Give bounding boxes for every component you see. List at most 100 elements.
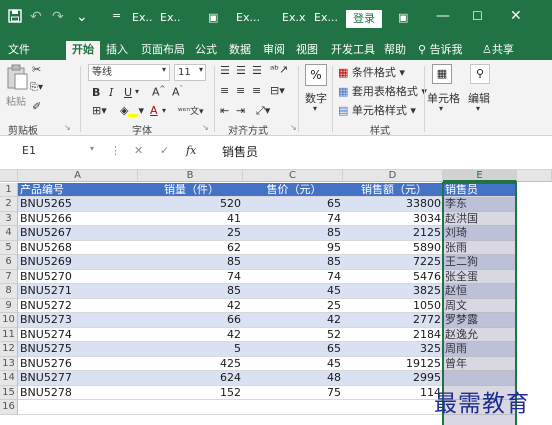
bold-icon[interactable]: B bbox=[92, 86, 100, 99]
row-header[interactable]: 13 bbox=[0, 356, 18, 371]
header-cell-revenue[interactable]: 销售额（元） bbox=[343, 183, 443, 197]
cell-revenue[interactable]: 114 bbox=[343, 386, 443, 400]
cell-quantity[interactable]: 66 bbox=[138, 313, 243, 327]
tab-file[interactable]: 文件 bbox=[8, 41, 30, 60]
align-top-icon[interactable]: ☰ bbox=[220, 64, 230, 77]
conditional-format-button[interactable]: ▦ 条件格式 ▾ bbox=[338, 64, 405, 80]
cell-revenue[interactable]: 7225 bbox=[343, 255, 443, 269]
font-name-combo[interactable]: 等线 bbox=[88, 64, 170, 81]
cell-product-id[interactable]: BNU5277 bbox=[18, 371, 138, 385]
name-box[interactable]: E1 bbox=[22, 144, 36, 157]
decrease-font-icon[interactable]: Aˇ bbox=[172, 85, 183, 99]
tab-insert[interactable]: 插入 bbox=[106, 41, 128, 60]
column-header-b[interactable]: B bbox=[138, 170, 243, 182]
column-header-d[interactable]: D bbox=[343, 170, 443, 182]
redo-icon[interactable]: ↷ bbox=[52, 9, 64, 25]
text-orientation-icon[interactable]: ᵃᵇ↗ bbox=[270, 63, 288, 76]
row-header[interactable]: 16 bbox=[0, 400, 18, 415]
header-cell-product-id[interactable]: 产品编号 bbox=[18, 183, 138, 197]
header-cell-quantity[interactable]: 销量（件） bbox=[138, 183, 243, 197]
cell-price[interactable]: 85 bbox=[243, 226, 343, 240]
cell-price[interactable]: 74 bbox=[243, 212, 343, 226]
chevron-down-icon[interactable]: ▾ bbox=[476, 104, 480, 113]
formula-content[interactable]: 销售员 bbox=[222, 143, 258, 160]
tell-me-search[interactable]: ⚲ 告诉我 bbox=[418, 41, 463, 60]
copy-icon[interactable]: ⎘▾ bbox=[30, 82, 43, 93]
row-header[interactable]: 11 bbox=[0, 327, 18, 342]
align-bottom-icon[interactable]: ☰ bbox=[252, 64, 262, 77]
row-header[interactable]: 8 bbox=[0, 284, 18, 299]
cell-revenue[interactable]: 2995 bbox=[343, 371, 443, 385]
tab-help[interactable]: 帮助 bbox=[384, 41, 406, 60]
cell-revenue[interactable]: 1050 bbox=[343, 299, 443, 313]
row-header[interactable]: 1 bbox=[0, 182, 18, 197]
cell-product-id[interactable]: BNU5272 bbox=[18, 299, 138, 313]
column-header-a[interactable]: A bbox=[18, 170, 138, 182]
login-button[interactable]: 登录 bbox=[346, 10, 382, 28]
maximize-icon[interactable]: ☐ bbox=[472, 9, 483, 23]
cell-quantity[interactable]: 25 bbox=[138, 226, 243, 240]
row-header[interactable]: 5 bbox=[0, 240, 18, 255]
cell-quantity[interactable]: 74 bbox=[138, 270, 243, 284]
cell-product-id[interactable]: BNU5274 bbox=[18, 328, 138, 342]
cells-icon[interactable]: ▦ bbox=[432, 64, 452, 84]
cell-revenue[interactable]: 2125 bbox=[343, 226, 443, 240]
cell-revenue[interactable]: 2772 bbox=[343, 313, 443, 327]
chevron-down-icon[interactable]: ▾ bbox=[199, 65, 203, 74]
cell-product-id[interactable]: BNU5266 bbox=[18, 212, 138, 226]
cell-product-id[interactable]: BNU5269 bbox=[18, 255, 138, 269]
cell-quantity[interactable]: 85 bbox=[138, 255, 243, 269]
column-header-c[interactable]: C bbox=[243, 170, 343, 182]
cell-quantity[interactable]: 41 bbox=[138, 212, 243, 226]
cell-revenue[interactable]: 2184 bbox=[343, 328, 443, 342]
cell-price[interactable]: 45 bbox=[243, 357, 343, 371]
font-launcher-icon[interactable]: ↘ bbox=[202, 123, 209, 132]
phonetic-icon[interactable]: ʷᵉⁿ文▾ bbox=[178, 104, 204, 117]
format-painter-icon[interactable]: ✐ bbox=[32, 100, 41, 113]
tab-developer[interactable]: 开发工具 bbox=[331, 41, 375, 60]
cell-quantity[interactable]: 42 bbox=[138, 328, 243, 342]
cell-revenue[interactable]: 5476 bbox=[343, 270, 443, 284]
cell-quantity[interactable]: 624 bbox=[138, 371, 243, 385]
cell-price[interactable]: 45 bbox=[243, 284, 343, 298]
cell-quantity[interactable]: 5 bbox=[138, 342, 243, 356]
increase-font-icon[interactable]: A^ bbox=[152, 85, 165, 99]
cell-revenue[interactable]: 33800 bbox=[343, 197, 443, 211]
tab-home[interactable]: 开始 bbox=[66, 41, 100, 60]
cell-product-id[interactable]: BNU5271 bbox=[18, 284, 138, 298]
cell-quantity[interactable]: 520 bbox=[138, 197, 243, 211]
tab-view[interactable]: 视图 bbox=[296, 41, 318, 60]
cell-product-id[interactable]: BNU5276 bbox=[18, 357, 138, 371]
percent-icon[interactable]: % bbox=[305, 64, 327, 86]
font-color-icon[interactable]: A bbox=[150, 104, 158, 117]
chevron-down-icon[interactable]: ▾ bbox=[162, 106, 166, 115]
underline-icon[interactable]: U bbox=[124, 86, 132, 99]
cell-price[interactable]: 65 bbox=[243, 197, 343, 211]
row-header[interactable]: 2 bbox=[0, 197, 18, 212]
clipboard-launcher-icon[interactable]: ↘ bbox=[64, 123, 71, 132]
row-header[interactable]: 7 bbox=[0, 269, 18, 284]
orientation-icon[interactable]: ⤢▾ bbox=[256, 104, 270, 118]
row-header[interactable]: 4 bbox=[0, 226, 18, 241]
cell-styles-button[interactable]: ▤ 单元格样式 ▾ bbox=[338, 102, 416, 118]
alignment-launcher-icon[interactable]: ↘ bbox=[290, 123, 297, 132]
cell-product-id[interactable]: BNU5270 bbox=[18, 270, 138, 284]
increase-indent-icon[interactable]: ⇥ bbox=[236, 104, 245, 117]
enter-icon[interactable]: ✓ bbox=[160, 144, 169, 157]
cell-price[interactable]: 52 bbox=[243, 328, 343, 342]
cell-quantity[interactable]: 152 bbox=[138, 386, 243, 400]
row-header[interactable]: 10 bbox=[0, 313, 18, 328]
cell-quantity[interactable]: 85 bbox=[138, 284, 243, 298]
format-as-table-button[interactable]: ▦ 套用表格格式 ▾ bbox=[338, 83, 427, 99]
chevron-down-icon[interactable]: ▾ bbox=[439, 104, 443, 113]
cell-price[interactable]: 65 bbox=[243, 342, 343, 356]
cell-price[interactable]: 75 bbox=[243, 386, 343, 400]
row-header[interactable]: 12 bbox=[0, 342, 18, 357]
paste-button-label[interactable]: 粘贴 bbox=[6, 93, 26, 108]
insert-function-icon[interactable]: fx bbox=[186, 144, 196, 157]
align-left-icon[interactable]: ≡ bbox=[220, 84, 229, 97]
undo-icon[interactable]: ↶ bbox=[30, 9, 42, 25]
cells-button[interactable]: 单元格 bbox=[427, 90, 460, 106]
column-header-e[interactable]: E bbox=[443, 170, 517, 182]
cell-quantity[interactable]: 425 bbox=[138, 357, 243, 371]
